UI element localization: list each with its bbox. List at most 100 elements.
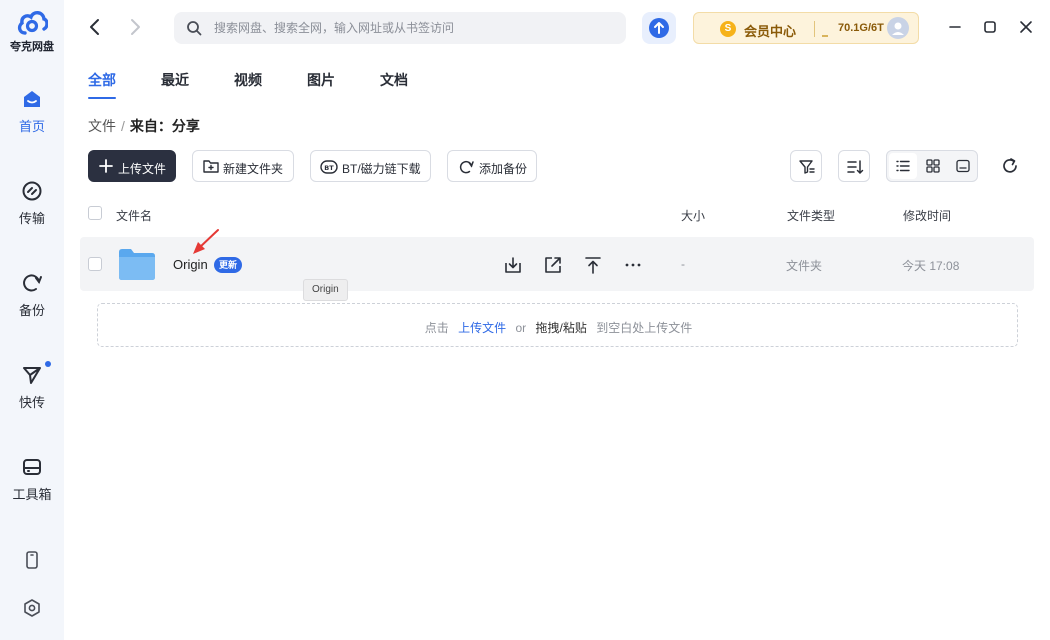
- download-button[interactable]: [502, 254, 524, 276]
- filter-icon: [799, 160, 815, 174]
- column-header-size[interactable]: 大小: [681, 207, 705, 224]
- maximize-button[interactable]: [979, 16, 1001, 38]
- tooltip: Origin: [303, 279, 348, 301]
- file-name[interactable]: Origin: [173, 257, 208, 272]
- forward-button[interactable]: [124, 16, 146, 38]
- refresh-button[interactable]: [999, 155, 1021, 177]
- row-checkbox[interactable]: [88, 257, 102, 271]
- chevron-left-icon: [90, 19, 99, 35]
- upload-dropzone[interactable]: 点击 上传文件 or 拖拽/粘贴 到空白处上传文件: [97, 303, 1018, 347]
- bt-download-button[interactable]: BT BT/磁力链下载: [310, 150, 431, 182]
- svg-text:BT: BT: [324, 164, 334, 172]
- file-type: 文件夹: [786, 259, 823, 273]
- chevron-right-icon: [131, 19, 140, 35]
- preview-view-button[interactable]: [949, 153, 977, 179]
- folder-icon: [119, 249, 155, 280]
- upload-arrow-icon: [649, 18, 669, 38]
- column-header-name[interactable]: 文件名: [116, 207, 152, 224]
- coin-icon: S: [720, 21, 736, 37]
- tab-label: 最近: [161, 72, 189, 88]
- maximize-icon: [984, 21, 996, 33]
- list-view-button[interactable]: [889, 153, 917, 179]
- download-icon: [505, 257, 521, 273]
- upload-manager-button[interactable]: [642, 12, 676, 44]
- sidebar-item-toolbox[interactable]: 工具箱: [0, 456, 64, 503]
- upload-file-label: 上传文件: [118, 162, 167, 176]
- column-header-type[interactable]: 文件类型: [787, 207, 835, 224]
- search-input[interactable]: [214, 12, 614, 44]
- sort-icon: [847, 160, 864, 175]
- tab-video[interactable]: 视频: [234, 70, 262, 90]
- breadcrumb: 文件 / 来自：分享: [88, 116, 200, 136]
- back-button[interactable]: [84, 16, 106, 38]
- tab-all[interactable]: 全部: [88, 70, 116, 99]
- dropzone-or: or: [515, 321, 527, 335]
- sidebar-item-backup[interactable]: 备份: [0, 272, 64, 319]
- vip-divider: [814, 21, 815, 37]
- tab-image[interactable]: 图片: [307, 70, 335, 90]
- backup-sync-icon: [459, 160, 474, 174]
- dropzone-suffix: 到空白处上传文件: [596, 321, 693, 335]
- bt-download-label: BT/磁力链下载: [342, 162, 421, 176]
- phone-button[interactable]: [0, 550, 64, 570]
- search-box[interactable]: [174, 12, 626, 44]
- vip-center[interactable]: S 会员中心 70.1G/6T: [693, 12, 919, 44]
- add-backup-button[interactable]: 添加备份: [447, 150, 537, 182]
- tab-active-indicator: [88, 97, 116, 99]
- preview-view-icon: [956, 159, 970, 173]
- home-icon: [24, 91, 40, 107]
- filter-button[interactable]: [790, 150, 822, 182]
- notification-dot: [45, 361, 51, 367]
- storage-usage-bar: [822, 35, 828, 37]
- sidebar-item-quick-send[interactable]: 快传: [0, 361, 64, 411]
- sidebar-item-label: 快传: [18, 395, 45, 410]
- table-row[interactable]: Origin 更新 - 文件夹 今天 17:08: [80, 237, 1034, 291]
- list-view-icon: [896, 160, 910, 172]
- file-table-header: 文件名 大小 文件类型 修改时间: [80, 200, 1034, 228]
- dropzone-drag: 拖拽/粘贴: [535, 321, 587, 335]
- column-header-modified[interactable]: 修改时间: [903, 207, 951, 224]
- upload-file-button[interactable]: 上传文件: [88, 150, 176, 182]
- vip-label: 会员中心: [744, 24, 797, 39]
- more-icon: [625, 263, 641, 267]
- file-size: -: [681, 257, 685, 271]
- settings-button[interactable]: [0, 598, 64, 618]
- sidebar-item-home[interactable]: 首页: [0, 88, 64, 135]
- new-folder-label: 新建文件夹: [223, 162, 284, 176]
- transfer-icon: [22, 181, 42, 201]
- sidebar-item-label: 首页: [18, 119, 45, 134]
- share-button[interactable]: [542, 254, 564, 276]
- tab-document[interactable]: 文档: [380, 70, 408, 90]
- new-folder-button[interactable]: 新建文件夹: [192, 150, 294, 182]
- add-backup-label: 添加备份: [479, 162, 528, 176]
- sidebar: 夸克网盘 首页 传输 备份 快传 工具箱: [0, 0, 64, 640]
- bt-magnet-icon: BT: [320, 160, 338, 174]
- search-icon: [187, 21, 202, 36]
- minimize-button[interactable]: [944, 16, 966, 38]
- grid-view-button[interactable]: [919, 153, 947, 179]
- minimize-icon: [949, 26, 961, 28]
- tab-label: 图片: [307, 72, 335, 88]
- cloud-logo-icon: [17, 11, 48, 35]
- top-bar: S 会员中心 70.1G/6T: [64, 0, 1050, 56]
- sidebar-item-label: 传输: [18, 211, 45, 226]
- phone-icon: [26, 551, 38, 569]
- sidebar-item-label: 备份: [18, 303, 45, 318]
- app-logo[interactable]: 夸克网盘: [0, 8, 64, 54]
- avatar[interactable]: [887, 17, 909, 39]
- close-button[interactable]: [1015, 16, 1037, 38]
- sidebar-item-label: 工具箱: [12, 487, 52, 502]
- file-modified: 今天 17:08: [902, 259, 960, 273]
- dropzone-text: 点击 上传文件 or 拖拽/粘贴 到空白处上传文件: [98, 319, 1019, 336]
- dropzone-upload-link[interactable]: 上传文件: [458, 321, 506, 335]
- new-folder-icon: [203, 160, 219, 173]
- breadcrumb-root[interactable]: 文件: [88, 118, 116, 134]
- tab-recent[interactable]: 最近: [161, 70, 189, 90]
- move-to-top-button[interactable]: [582, 254, 604, 276]
- more-actions-button[interactable]: [622, 254, 644, 276]
- sort-button[interactable]: [838, 150, 870, 182]
- sidebar-item-transfer[interactable]: 传输: [0, 180, 64, 227]
- select-all-checkbox[interactable]: [88, 206, 102, 220]
- update-badge: 更新: [214, 257, 243, 273]
- close-icon: [1020, 21, 1032, 33]
